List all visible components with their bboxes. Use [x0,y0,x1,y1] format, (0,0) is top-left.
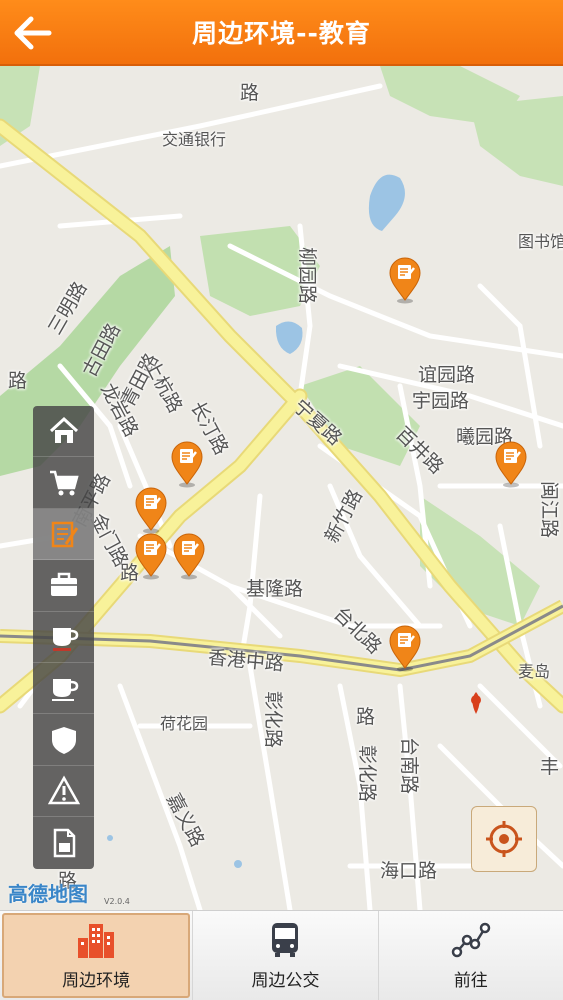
bottom-nav: 周边环境 周边公交 前往 [0,910,563,1000]
page-title: 周边环境--教育 [192,19,371,48]
map-label: 荷花园 [160,714,209,733]
tab-surroundings[interactable]: 周边环境 [2,913,191,998]
education-pin-icon [135,533,167,580]
map-label: 台南路 [398,736,421,795]
tab-bus[interactable]: 周边公交 [192,911,377,1000]
education-pin[interactable] [388,256,422,304]
education-pin-icon [389,257,421,304]
map-label: 谊园路 [418,364,476,386]
sidebar-item-education[interactable] [33,508,94,561]
education-pin[interactable] [134,532,168,580]
education-icon [51,521,78,548]
map-label: 图书馆 [518,232,563,251]
map-label: 路 [356,706,376,728]
bus-icon [272,923,299,957]
tab-label: 周边公交 [251,971,320,991]
education-pin[interactable] [494,440,528,488]
sidebar-item-restaurant[interactable] [33,612,94,663]
map-label: 彰化路 [262,690,285,749]
tab-navigate[interactable]: 前往 [377,911,563,1000]
map-label: 海口路 [380,860,438,882]
education-pin-icon [171,441,203,488]
arrow-left-icon [14,16,52,50]
education-pin[interactable] [134,486,168,534]
header-bar: 周边环境--教育 [0,0,563,66]
sidebar-item-business[interactable] [33,560,94,612]
shield-icon [51,726,76,754]
sidebar-item-shopping[interactable] [33,457,94,509]
map-provider-logo: 高德地图 [8,882,88,906]
home-icon [49,417,78,444]
sidebar-item-cafe[interactable] [33,663,94,715]
map-label: 基隆路 [246,578,304,600]
tab-label: 前往 [453,971,488,991]
map-label: 柳园路 [296,246,319,305]
education-pin-icon [173,533,205,580]
sidebar-item-document[interactable] [33,817,94,868]
education-pin[interactable] [170,440,204,488]
back-button[interactable] [8,8,58,58]
category-sidebar [33,406,94,869]
route-icon [451,922,491,958]
sidebar-item-home[interactable] [33,406,94,458]
buildings-icon [78,924,115,958]
target-icon [486,821,522,857]
briefcase-icon [50,573,77,597]
coffee-cup-icon [51,679,78,702]
map-label: 丰 [540,756,560,778]
map-label: 宇园路 [412,390,470,412]
map-label: 路 [240,82,260,104]
education-pin[interactable] [172,532,206,580]
education-pin-icon [135,487,167,534]
warning-icon [47,775,80,805]
locate-button[interactable] [471,806,537,872]
tab-label: 周边环境 [62,971,131,991]
map-label: 闽江路 [538,480,561,539]
map-label: 麦岛 [518,662,551,681]
education-pin[interactable] [388,624,422,672]
sidebar-item-security[interactable] [33,714,94,766]
restaurant-icon [52,627,78,651]
map-version: V2.0.4 [104,897,130,906]
map-label: 交通银行 [162,130,227,149]
map-label: 路 [8,370,28,392]
sidebar-item-warning[interactable] [33,766,94,818]
shopping-cart-icon [49,470,79,496]
education-pin-icon [495,441,527,488]
education-pin-icon [389,625,421,672]
document-icon [53,828,75,858]
map-label: 彰化路 [356,744,379,803]
